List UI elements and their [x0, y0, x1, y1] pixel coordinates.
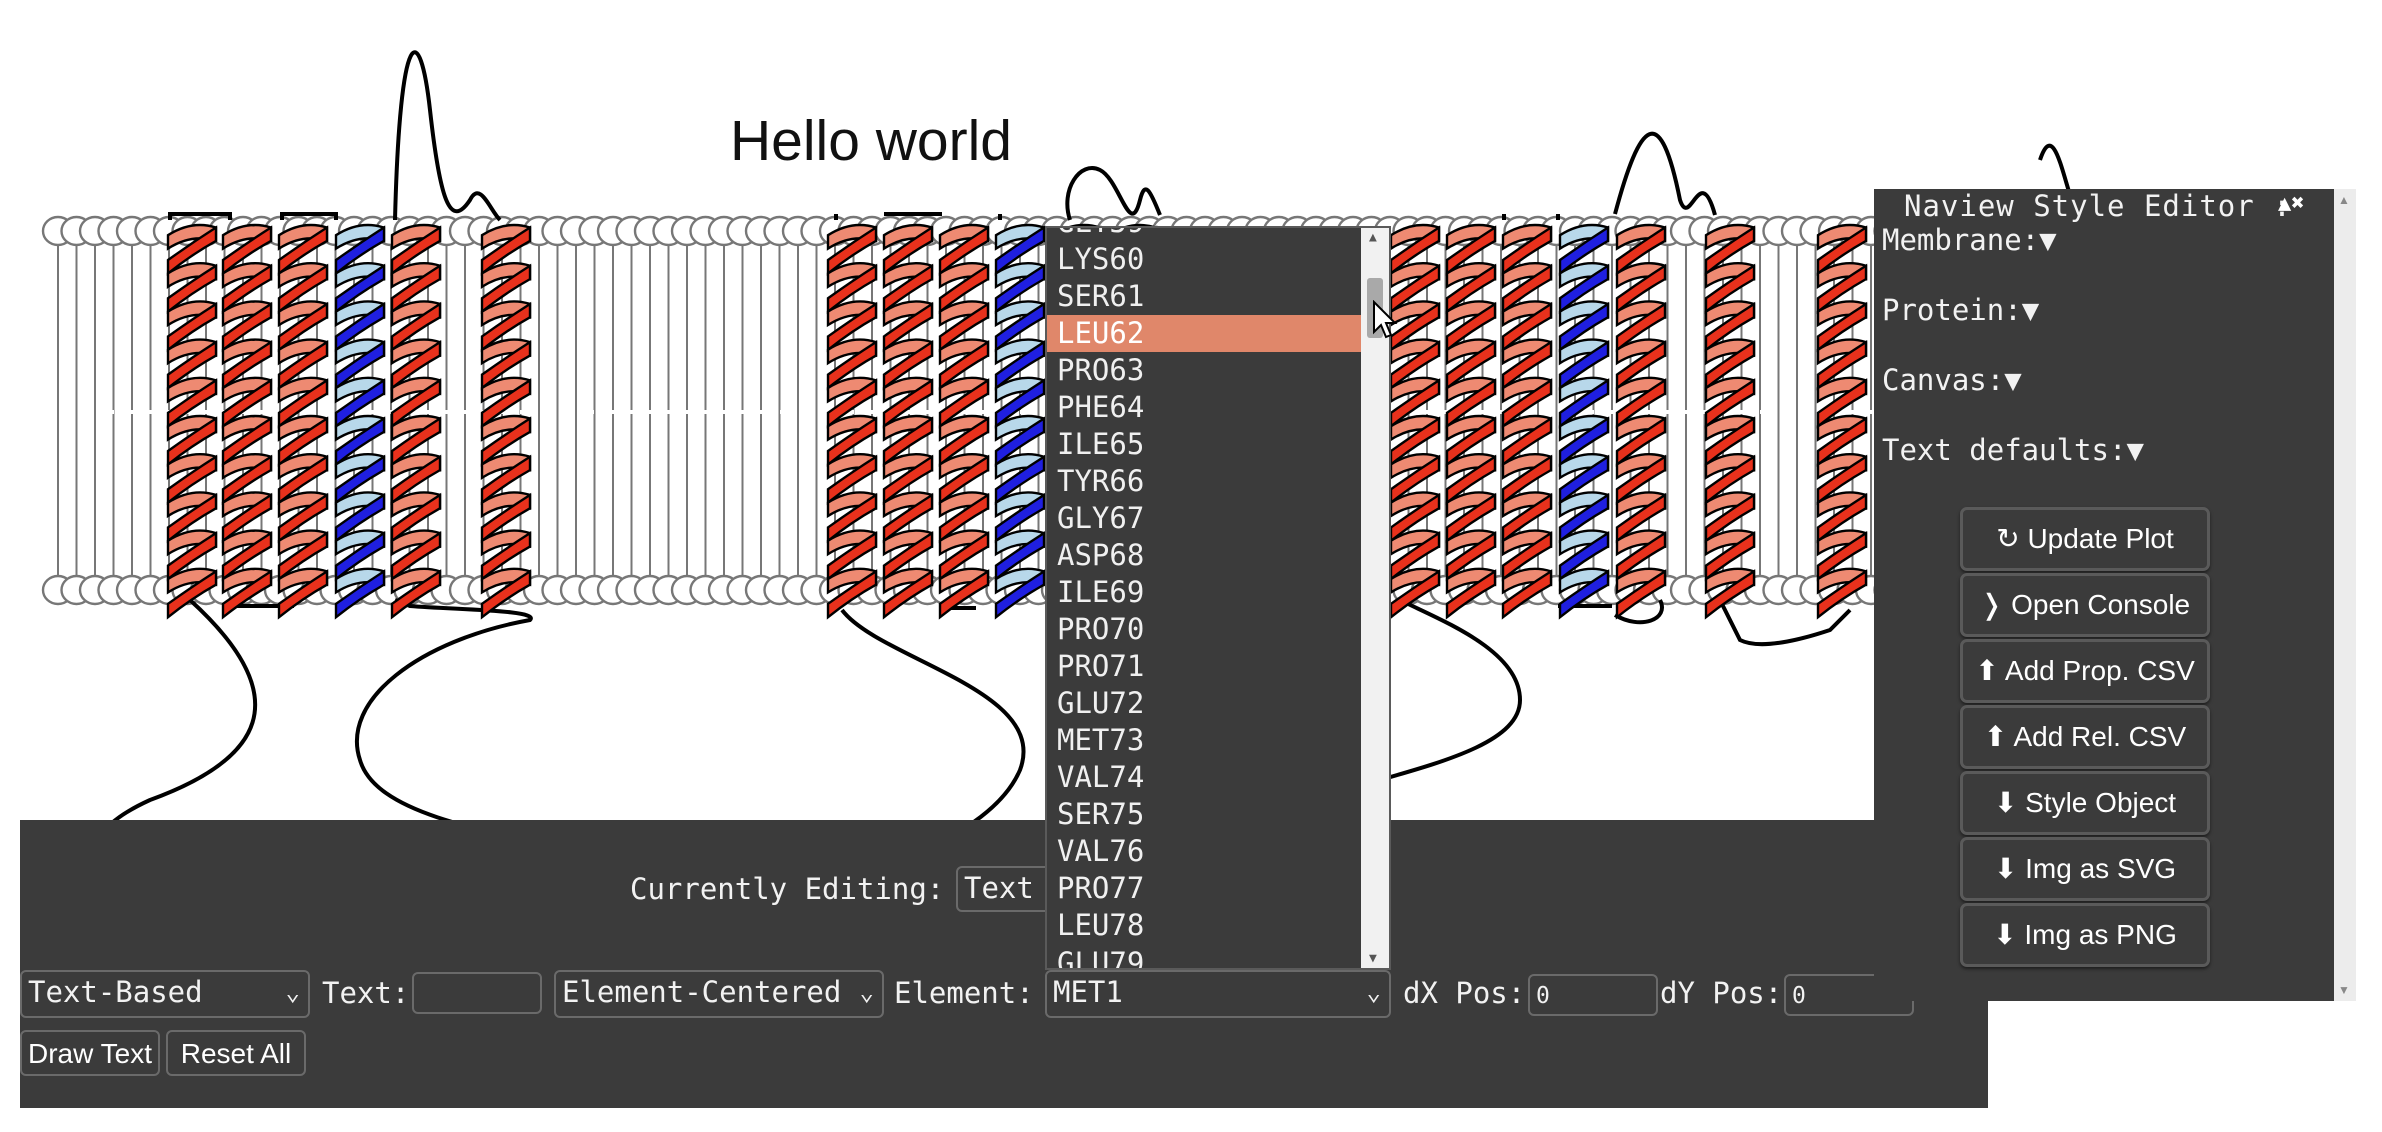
dropdown-option[interactable]: PRO63: [1047, 352, 1361, 389]
style-editor-panel: Naview Style Editor : ▲✖ Membrane:▼ Prot…: [1874, 189, 2334, 1001]
text-defaults-section-toggle[interactable]: Text defaults:▼: [1882, 433, 2144, 467]
transmembrane-helix: [166, 223, 218, 620]
dropdown-option[interactable]: PRO71: [1047, 648, 1361, 685]
dx-input[interactable]: 0: [1528, 974, 1658, 1016]
transmembrane-helix: [1501, 223, 1553, 620]
protein-section-label: Protein:: [1882, 293, 2022, 327]
open-console-button[interactable]: ❭ Open Console: [1960, 573, 2210, 637]
membrane-section-toggle[interactable]: Membrane:▼: [1882, 223, 2057, 257]
transmembrane-helix: [221, 223, 273, 620]
dropdown-option[interactable]: VAL74: [1047, 759, 1361, 796]
chevron-down-icon: ⌄: [859, 978, 874, 1006]
caret-down-icon: ▼: [2039, 223, 2057, 257]
add-prop-csv-button[interactable]: ⬆ Add Prop. CSV: [1960, 639, 2210, 703]
element-select[interactable]: MET1 ⌄: [1045, 970, 1391, 1018]
text-mode-select[interactable]: Text-Based ⌄: [20, 970, 310, 1018]
caret-down-icon: ▼: [2021, 293, 2040, 327]
protein-loop: [1065, 166, 1162, 221]
dropdown-option[interactable]: MET73: [1047, 722, 1361, 759]
chevron-down-icon: ⌄: [285, 978, 300, 1006]
transmembrane-helix: [277, 223, 329, 620]
dropdown-option[interactable]: ILE69: [1047, 574, 1361, 611]
draw-text-button[interactable]: Draw Text: [20, 1030, 160, 1076]
dropdown-option[interactable]: SER61: [1047, 278, 1361, 315]
position-mode-select[interactable]: Element-Centered ⌄: [554, 970, 884, 1018]
transmembrane-helix: [1704, 223, 1756, 620]
protein-loop: [393, 50, 502, 222]
scroll-down-icon[interactable]: ▼: [2338, 983, 2350, 997]
dropdown-option[interactable]: LEU62: [1047, 315, 1361, 352]
scroll-up-icon[interactable]: ▲: [2338, 193, 2350, 207]
reset-all-button[interactable]: Reset All: [166, 1030, 306, 1076]
dropdown-option[interactable]: VAL76: [1047, 833, 1361, 870]
dropdown-option[interactable]: PHE64: [1047, 389, 1361, 426]
hello-world-annotation[interactable]: Hello world: [730, 108, 1012, 174]
canvas-section-toggle[interactable]: Canvas:▼: [1882, 363, 2022, 397]
membrane-section-label: Membrane:: [1882, 223, 2040, 257]
dropdown-option-partial-bottom[interactable]: GLU79: [1047, 945, 1361, 968]
dropdown-option[interactable]: GLY67: [1047, 500, 1361, 537]
text-label: Text:: [322, 976, 410, 1010]
canvas-section-label: Canvas:: [1882, 363, 2005, 397]
protein-loop: [1379, 598, 1523, 782]
dy-label: dY Pos:: [1660, 976, 1783, 1010]
position-mode-value: Element-Centered: [562, 975, 842, 1009]
currently-editing-value: Text: [964, 871, 1034, 905]
dx-label: dX Pos:: [1403, 976, 1526, 1010]
caret-down-icon: ▼: [2004, 363, 2022, 397]
text-editor-panel: Currently Editing: Text ✖ Text-Based⌄ Te…: [20, 820, 1988, 1108]
add-rel-csv-button[interactable]: ⬆ Add Rel. CSV: [1960, 705, 2210, 769]
dx-value: 0: [1536, 983, 1550, 1009]
text-input[interactable]: [412, 972, 542, 1014]
chevron-down-icon: ⌄: [1366, 978, 1381, 1006]
transmembrane-helix: [390, 223, 442, 620]
dy-value: 0: [1792, 983, 1806, 1009]
transmembrane-helix: [1615, 223, 1667, 620]
protein-section-toggle[interactable]: Protein:▼: [1882, 293, 2039, 327]
element-label: Element:: [894, 976, 1034, 1010]
style-object-button[interactable]: ⬇ Style Object: [1960, 771, 2210, 835]
transmembrane-helix: [994, 223, 1046, 620]
transmembrane-helix: [1389, 223, 1441, 620]
text-mode-value: Text-Based: [28, 975, 203, 1009]
text-defaults-section-label: Text defaults:: [1882, 433, 2127, 467]
dropdown-option[interactable]: ASP68: [1047, 537, 1361, 574]
scroll-down-icon[interactable]: ▼: [1369, 951, 1377, 966]
style-editor-scrollbar[interactable]: ▲ ▼: [2334, 189, 2356, 1001]
dropdown-option[interactable]: ILE65: [1047, 426, 1361, 463]
update-plot-button[interactable]: ↻ Update Plot: [1960, 507, 2210, 571]
dropdown-option[interactable]: LYS60: [1047, 241, 1361, 278]
img-as-svg-button[interactable]: ⬇ Img as SVG: [1960, 837, 2210, 901]
transmembrane-helix: [938, 223, 990, 620]
collapse-close-icon[interactable]: ▲✖: [2278, 191, 2305, 216]
element-dropdown-list[interactable]: GLY59 LYS60SER61LEU62PRO63PHE64ILE65TYR6…: [1045, 226, 1391, 970]
scroll-up-icon[interactable]: ▲: [1369, 230, 1377, 245]
element-value: MET1: [1053, 975, 1123, 1009]
style-editor-title: Naview Style Editor :: [1904, 189, 2292, 223]
dropdown-option[interactable]: PRO77: [1047, 870, 1361, 907]
dropdown-option[interactable]: SER75: [1047, 796, 1361, 833]
transmembrane-helix: [1445, 223, 1497, 620]
dropdown-option-partial-top[interactable]: GLY59: [1047, 228, 1361, 241]
img-as-png-button[interactable]: ⬇ Img as PNG: [1960, 903, 2210, 967]
dropdown-option[interactable]: TYR66: [1047, 463, 1361, 500]
currently-editing-label: Currently Editing:: [630, 872, 945, 906]
protein-loop: [1613, 131, 1717, 216]
mouse-pointer-icon: [1373, 300, 1398, 339]
caret-down-icon: ▼: [2126, 433, 2144, 467]
dropdown-option[interactable]: LEU78: [1047, 907, 1361, 944]
transmembrane-helix: [1558, 223, 1610, 620]
transmembrane-helix: [480, 223, 532, 620]
dropdown-option[interactable]: GLU72: [1047, 685, 1361, 722]
transmembrane-helix: [334, 223, 386, 620]
transmembrane-helix: [1816, 223, 1868, 620]
dropdown-option[interactable]: PRO70: [1047, 611, 1361, 648]
